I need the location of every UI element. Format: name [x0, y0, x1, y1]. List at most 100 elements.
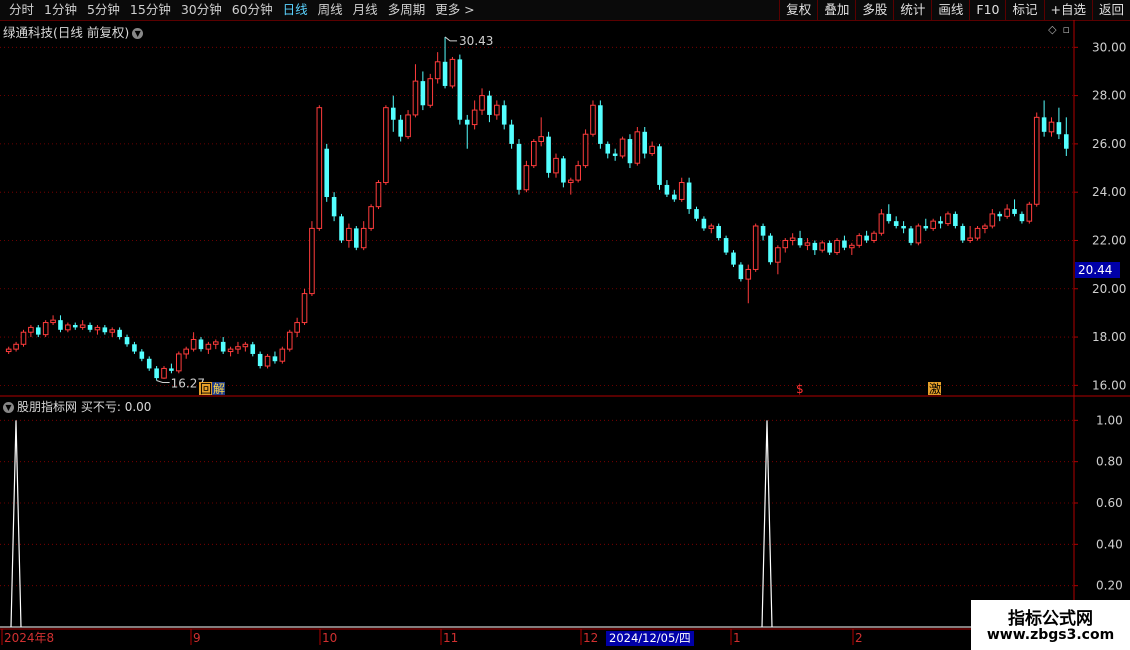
candle-body — [132, 344, 137, 352]
candle-body — [871, 232, 877, 241]
candle-body — [479, 95, 485, 111]
marker-ji: 激 — [929, 382, 941, 396]
marker-hui: 回 — [200, 382, 212, 396]
candle-body — [279, 348, 286, 362]
candle-body — [1019, 213, 1025, 222]
candlestick-chart: 30.0028.0026.0024.0022.0020.0018.0016.00… — [0, 20, 1130, 645]
candle-body — [812, 242, 818, 251]
candle-body — [28, 326, 34, 333]
candle-body — [50, 319, 56, 324]
marker-jie: 解 — [213, 382, 225, 396]
candle-body — [442, 61, 448, 86]
indicator-value: 0.00 — [124, 400, 152, 414]
candle-body — [723, 238, 729, 253]
candle-body — [434, 61, 441, 80]
high-pointer — [444, 36, 458, 42]
date-label: 10 — [322, 631, 337, 645]
candle-body — [35, 327, 41, 335]
candle-body — [945, 213, 951, 225]
candle-body — [775, 247, 781, 263]
candle-body — [1064, 134, 1069, 149]
candle-body — [301, 293, 308, 324]
candle-body — [561, 158, 566, 183]
indicator-tick-label: 0.80 — [1096, 455, 1123, 469]
price-tick-label: 30.00 — [1092, 40, 1126, 54]
candle-body — [878, 213, 885, 234]
candle-body — [509, 124, 514, 144]
candle-body — [398, 119, 403, 137]
indicator-label: 买不亏: — [80, 400, 121, 414]
candle-body — [360, 227, 367, 249]
candle-body — [960, 225, 966, 241]
candle-body — [989, 213, 996, 227]
candle-body — [575, 165, 581, 181]
candle-body — [161, 367, 167, 379]
indicator-tick-label: 0.60 — [1096, 496, 1123, 510]
candle-body — [87, 324, 93, 330]
candle-body — [58, 320, 63, 330]
candle-body — [997, 213, 1003, 217]
indicator-tick-label: 0.20 — [1096, 579, 1123, 593]
candle-body — [65, 324, 71, 331]
candle-body — [612, 153, 618, 156]
candle-body — [686, 182, 692, 210]
candle-body — [501, 105, 507, 125]
candle-body — [842, 240, 847, 248]
price-tick-label: 24.00 — [1092, 185, 1126, 199]
candle-body — [856, 235, 863, 246]
candle-body — [789, 237, 796, 241]
chevron-down-icon[interactable]: ▼ — [3, 402, 14, 413]
indicator-title: ▼ 股朋指标网 买不亏: 0.00 — [3, 398, 151, 415]
candle-body — [139, 351, 145, 359]
candle-body — [553, 157, 559, 174]
candle-body — [331, 197, 337, 217]
candle-body — [745, 268, 752, 280]
candle-body — [124, 337, 130, 345]
candle-body — [1048, 121, 1055, 133]
candle-body — [79, 324, 86, 328]
candle-body — [938, 221, 943, 224]
price-tick-label: 20.00 — [1092, 282, 1126, 296]
marker-dollar: $ — [796, 382, 804, 396]
candle-body — [205, 343, 212, 350]
candle-body — [782, 239, 789, 249]
indicator-tick-label: 0.40 — [1096, 537, 1123, 551]
candle-body — [598, 105, 603, 144]
date-label: 2 — [855, 631, 863, 645]
candle-body — [117, 329, 122, 338]
candle-body — [5, 348, 12, 353]
candle-body — [13, 343, 19, 350]
candle-body — [20, 331, 27, 345]
candle-body — [412, 80, 419, 116]
candle-body — [546, 136, 551, 173]
candle-body — [672, 194, 677, 200]
current-price-badge: 20.44 — [1075, 262, 1120, 278]
candle-body — [324, 148, 330, 198]
candle-body — [531, 140, 537, 167]
candle-body — [176, 353, 182, 372]
candle-body — [886, 213, 892, 222]
date-label: 12 — [583, 631, 598, 645]
candle-body — [242, 343, 249, 348]
candle-body — [797, 238, 803, 246]
candle-body — [227, 348, 234, 353]
candle-body — [190, 338, 197, 350]
candle-body — [390, 107, 396, 120]
candle-body — [627, 139, 633, 164]
candle-body — [915, 225, 922, 244]
candle-body — [487, 95, 492, 115]
candle-body — [694, 209, 699, 219]
candle-body — [250, 344, 256, 354]
candle-body — [642, 131, 648, 154]
candle-body — [1012, 209, 1017, 214]
candle-body — [538, 136, 544, 142]
candle-body — [731, 252, 736, 265]
candle-body — [427, 78, 434, 106]
candle-body — [804, 242, 811, 246]
candle-body — [154, 368, 159, 379]
candle-body — [346, 227, 352, 241]
price-tick-label: 22.00 — [1092, 233, 1126, 247]
candle-body — [212, 341, 219, 345]
candle-body — [582, 133, 589, 167]
candle-body — [235, 346, 241, 350]
